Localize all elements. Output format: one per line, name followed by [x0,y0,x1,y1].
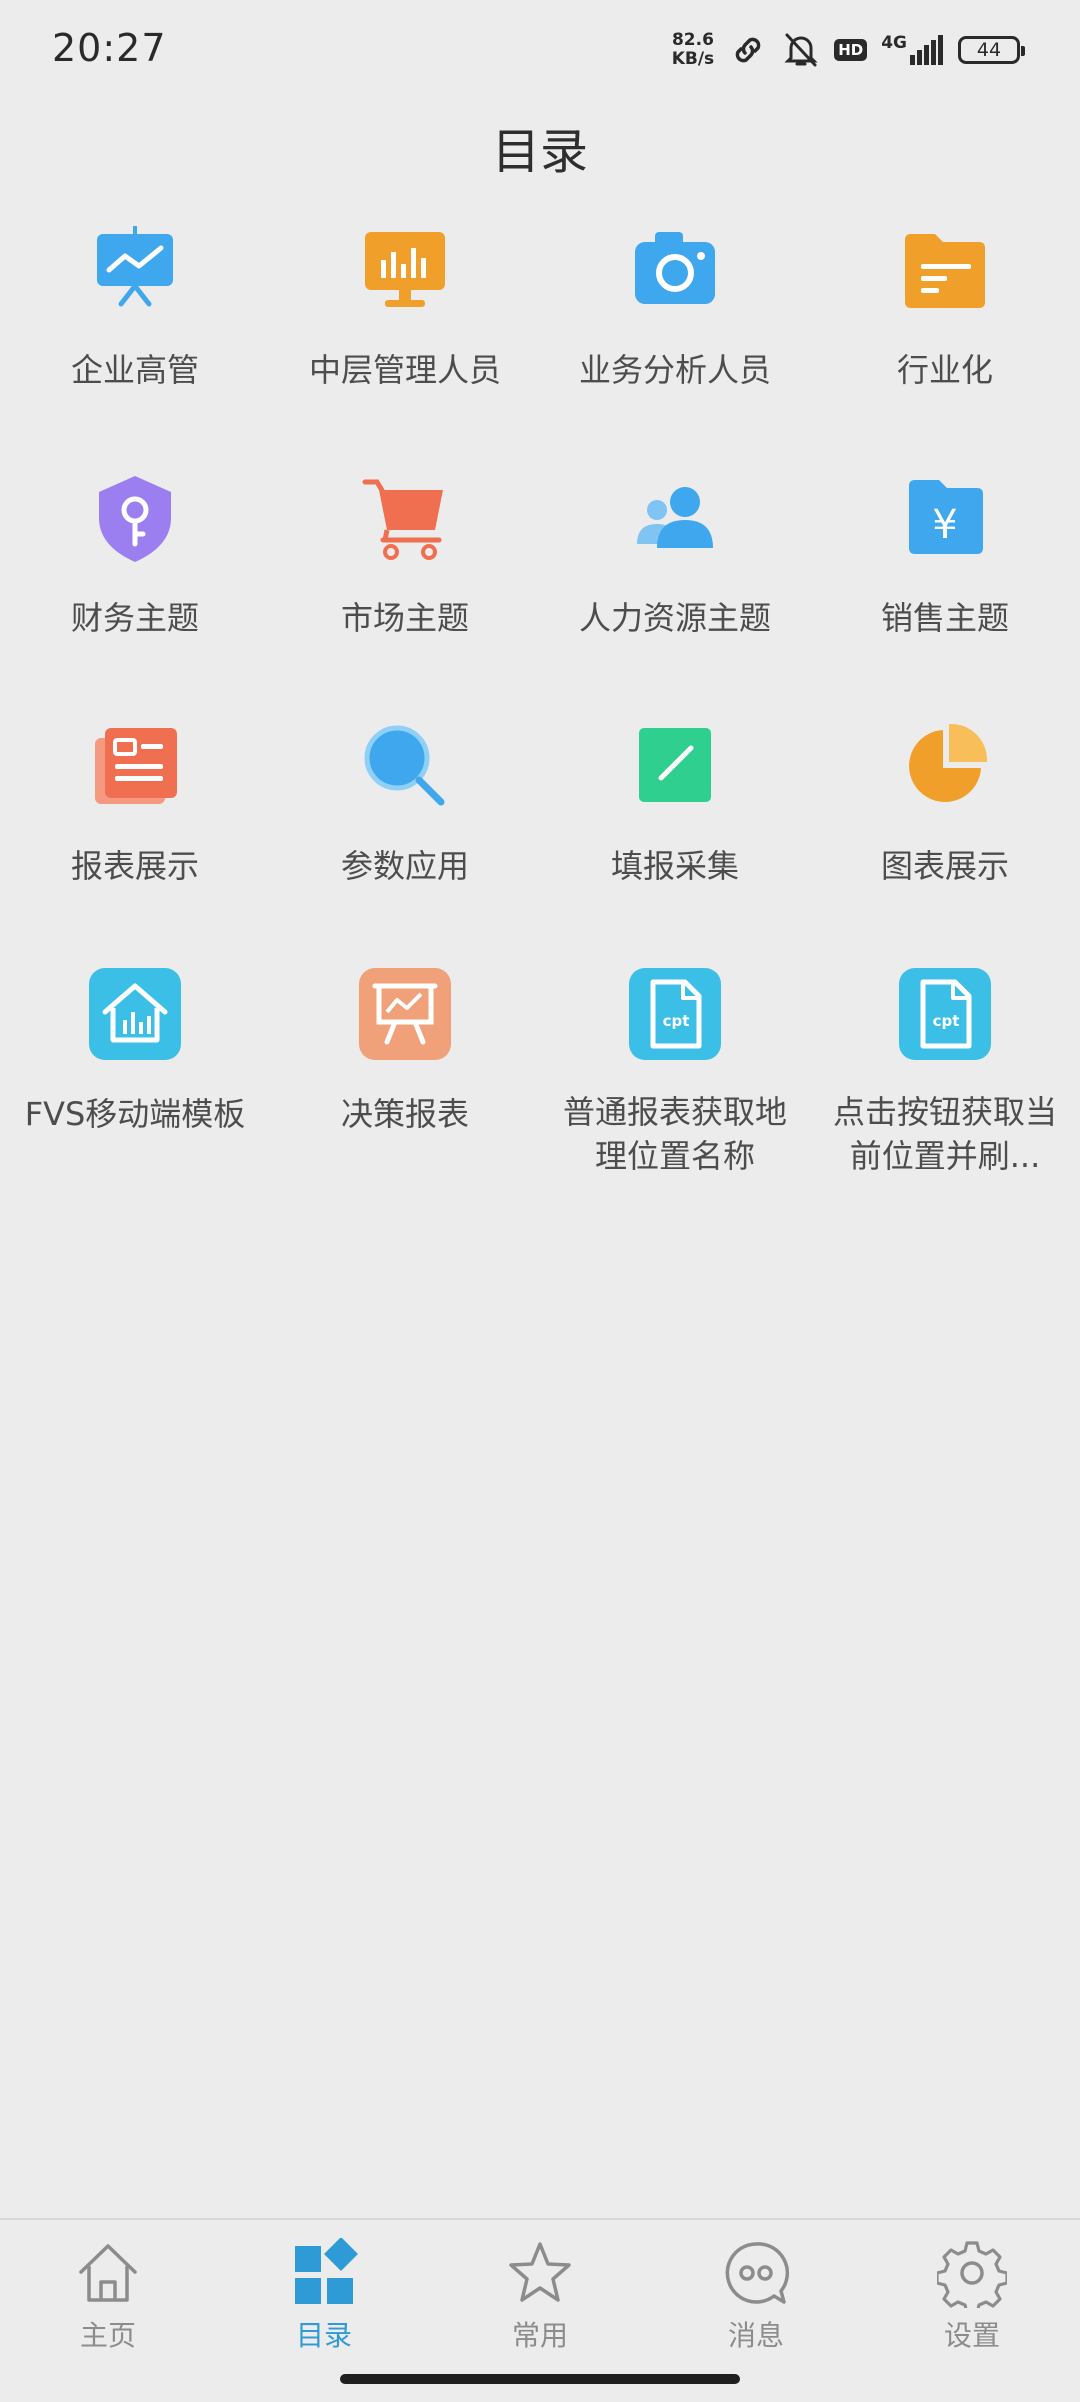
folder-icon [905,234,985,308]
presentation-board-icon [97,226,173,307]
home-indicator[interactable] [340,2374,740,2384]
catalog-item-human-resources[interactable]: 人力资源主题 [540,468,810,708]
catalog-item-middle-managers[interactable]: 中层管理人员 [270,220,540,460]
link-icon [735,37,761,63]
camera-icon [635,232,715,304]
catalog-item-label: 中层管理人员 [308,351,501,389]
catalog-item-market[interactable]: 市场主题 [270,468,540,708]
catalog-item-label: 决策报表 [340,1095,469,1133]
network-speed-value: 82.6 [671,30,714,50]
catalog-item-enterprise-executives[interactable]: 企业高管 [0,220,270,460]
shield-key-icon [99,476,171,562]
catalog-item-label: 市场主题 [340,599,469,637]
catalog-item-sales[interactable]: ¥ 销售主题 [810,468,1080,708]
catalog-item-chart-display[interactable]: 图表展示 [810,716,1080,956]
mute-bell-icon [784,33,818,67]
catalog-item-industry[interactable]: 行业化 [810,220,1080,460]
network-speed-unit: KB/s [671,49,715,69]
monitor-chart-icon [365,232,445,307]
magnifier-icon [364,725,445,806]
catalog-item-label: 行业化 [896,351,993,389]
report-card-icon [95,728,177,804]
catalog-item-report-display[interactable]: 报表展示 [0,716,270,956]
nav-label: 主页 [79,2319,136,2352]
status-time: 20:27 [52,26,167,70]
catalog-item-label: 销售主题 [880,599,1009,637]
catalog-item-label: 图表展示 [880,847,1009,885]
hd-badge: HD [834,39,868,61]
catalog-item-label: 填报采集 [610,847,739,885]
message-icon [725,2242,790,2304]
catalog-item-business-analysts[interactable]: 业务分析人员 [540,220,810,460]
nav-label: 目录 [295,2319,352,2352]
battery-indicator: 44 [958,36,1025,64]
shopping-cart-icon [362,479,443,560]
gear-icon [937,2241,1007,2308]
nav-item-messages[interactable]: 消息 [648,2238,864,2358]
cellular-signal: 4G [881,35,944,65]
edit-pad-icon [639,728,711,802]
svg-text:¥: ¥ [932,502,957,548]
network-speed: 82.6 KB/s [672,31,714,69]
nav-item-favorites[interactable]: 常用 [432,2238,648,2358]
catalog-item-decision-report[interactable]: 决策报表 [270,964,540,1204]
catalog-item-label: 业务分析人员 [578,351,771,389]
catalog-item-label: 点击按钮获取当前位置并刷... [832,1093,1057,1175]
catalog-item-button-current-location-refresh[interactable]: cpt 点击按钮获取当前位置并刷... [810,964,1080,1204]
nav-item-home[interactable]: 主页 [0,2238,216,2358]
catalog-item-fvs-mobile-template[interactable]: FVS移动端模板 [0,964,270,1204]
nav-label: 常用 [511,2319,568,2352]
cpt-file-label: cpt [933,1012,960,1030]
home-icon [79,2244,137,2302]
network-type: 4G [881,33,907,53]
catalog-item-label: FVS移动端模板 [24,1095,246,1133]
status-icons: 82.6 KB/s HD 4G 44 [672,28,1025,72]
catalog-item-fill-collection[interactable]: 填报采集 [540,716,810,956]
people-icon [637,487,713,548]
easel-icon [359,968,451,1060]
catalog-item-report-geo-location-name[interactable]: cpt 普通报表获取地理位置名称 [540,964,810,1204]
pie-chart-icon [909,723,988,802]
signal-bars-icon [910,35,943,65]
cpt-file-icon: cpt [629,968,721,1060]
cpt-file-label: cpt [663,1012,690,1030]
catalog-item-label: 企业高管 [70,351,199,389]
catalog-grid-icon [295,2238,358,2304]
catalog-item-finance[interactable]: 财务主题 [0,468,270,708]
nav-label: 设置 [943,2319,1000,2352]
catalog-item-label: 报表展示 [70,847,199,885]
status-bar: 20:27 82.6 KB/s HD 4G 44 [0,0,1080,100]
cpt-file-icon: cpt [899,968,991,1060]
house-chart-icon [89,968,181,1060]
catalog-item-label: 普通报表获取地理位置名称 [562,1093,787,1175]
page-title: 目录 [491,124,588,180]
nav-item-settings[interactable]: 设置 [864,2238,1080,2358]
catalog-item-label: 财务主题 [70,599,199,637]
battery-level: 44 [976,39,1002,61]
nav-label: 消息 [727,2319,784,2352]
star-icon [509,2242,571,2302]
catalog-item-label: 参数应用 [340,847,469,885]
catalog-item-label: 人力资源主题 [578,599,771,637]
yen-folder-icon: ¥ [909,480,983,554]
catalog-item-parameter-application[interactable]: 参数应用 [270,716,540,956]
nav-item-catalog[interactable]: 目录 [216,2238,432,2358]
